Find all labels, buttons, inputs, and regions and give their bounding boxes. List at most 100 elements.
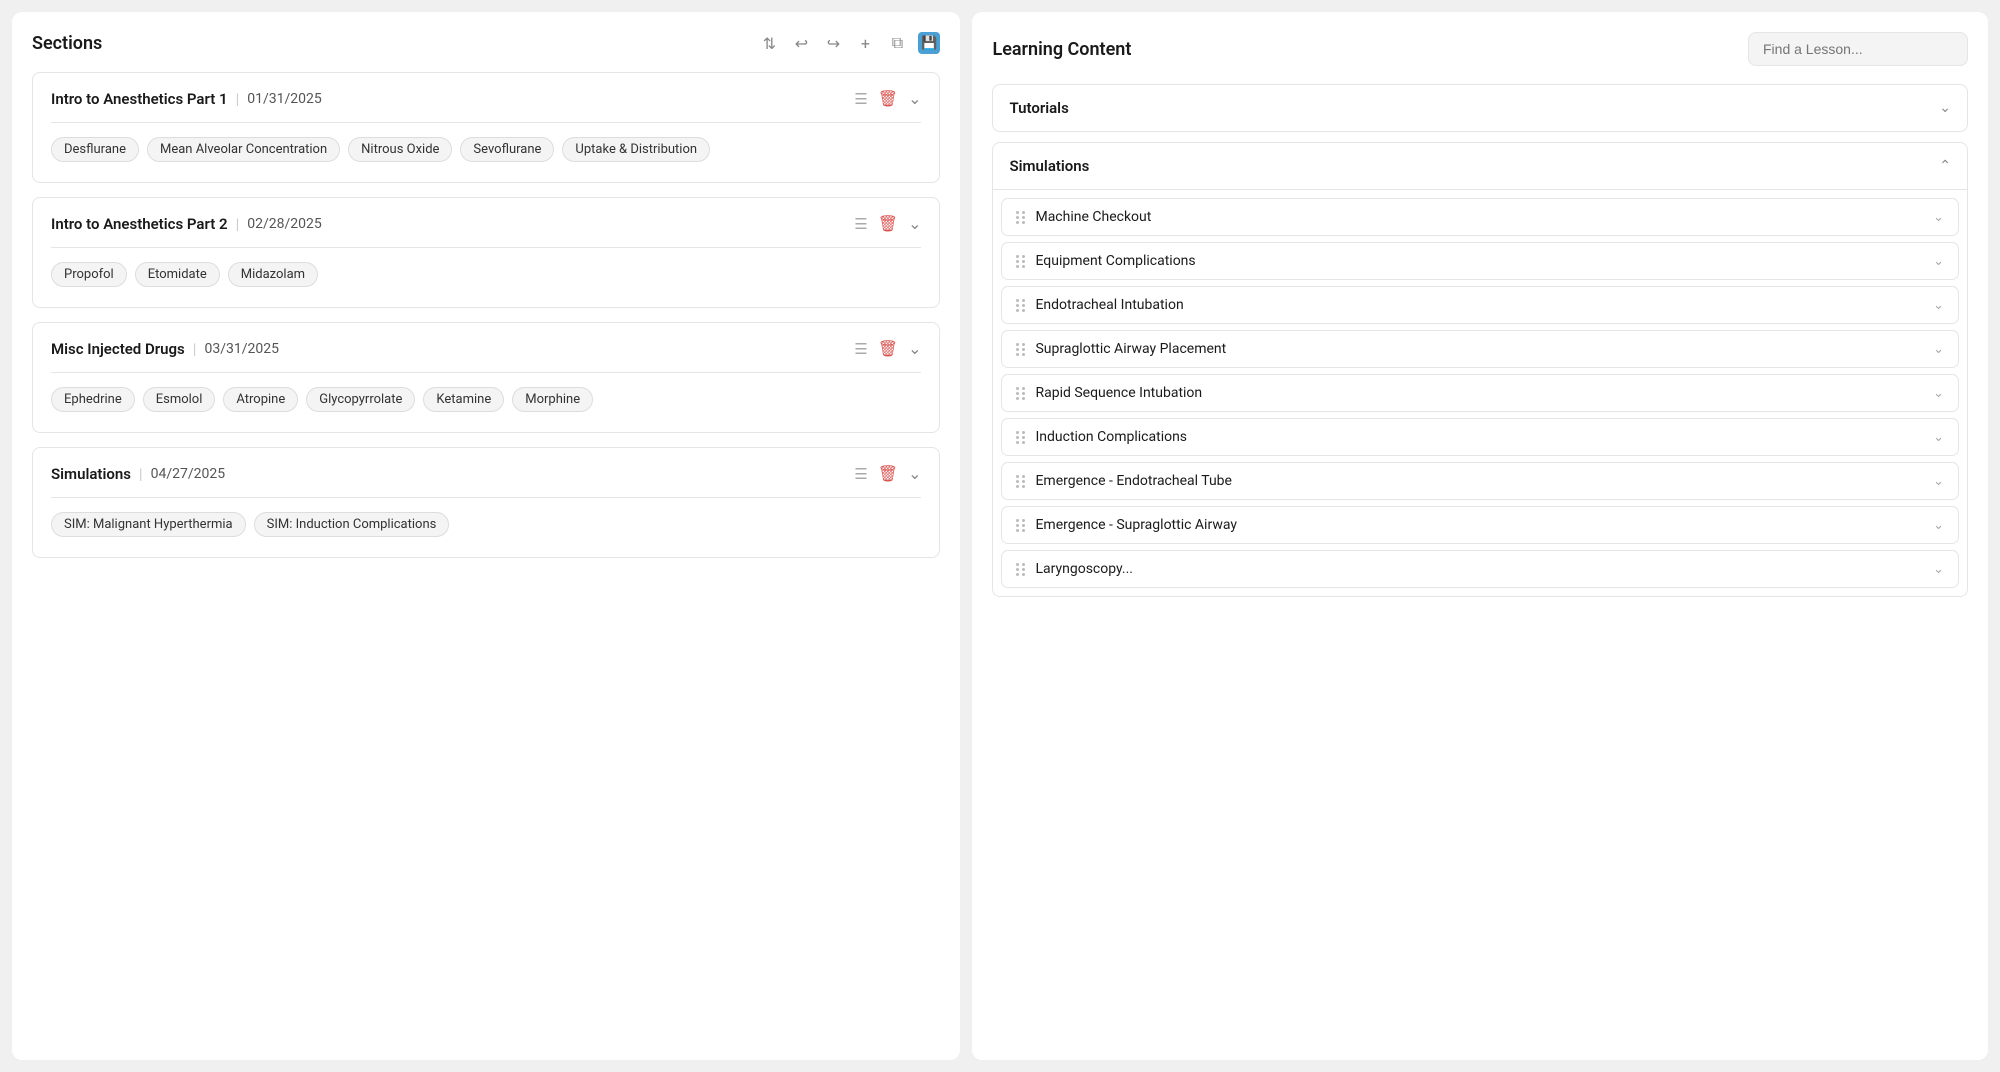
section-header: Intro to Anesthetics Part 2 | 02/28/2025… <box>51 214 921 233</box>
sim-item[interactable]: Emergence - Supraglottic Airway ⌄ <box>1001 506 1959 544</box>
delete-icon[interactable]: 🗑 <box>878 214 898 233</box>
search-input[interactable] <box>1748 32 1968 66</box>
right-panel-header: Learning Content <box>992 32 1968 66</box>
sim-item[interactable]: Laryngoscopy... ⌄ <box>1001 550 1959 588</box>
delete-icon[interactable]: 🗑 <box>878 89 898 108</box>
sim-item[interactable]: Rapid Sequence Intubation ⌄ <box>1001 374 1959 412</box>
simulations-title: Simulations <box>1009 157 1089 175</box>
edit-icon[interactable]: ☰ <box>854 340 867 358</box>
sort-icon[interactable]: ⇅ <box>758 32 780 54</box>
section-chevron[interactable]: ⌄ <box>908 89 921 108</box>
copy-icon[interactable]: ⧉ <box>886 32 908 54</box>
section-separator <box>51 372 921 373</box>
tutorials-title: Tutorials <box>1009 99 1068 117</box>
sections-header: Sections ⇅ ↩ ↪ + ⧉ 💾 <box>32 32 940 54</box>
drag-handle-icon[interactable] <box>1016 431 1025 444</box>
drag-handle-icon[interactable] <box>1016 343 1025 356</box>
sim-item-label: Emergence - Supraglottic Airway <box>1035 517 1237 533</box>
add-icon[interactable]: + <box>854 32 876 54</box>
edit-icon[interactable]: ☰ <box>854 465 867 483</box>
section-header: Intro to Anesthetics Part 1 | 01/31/2025… <box>51 89 921 108</box>
tag: Mean Alveolar Concentration <box>147 137 340 162</box>
section-chevron[interactable]: ⌄ <box>908 339 921 358</box>
tutorials-section: Tutorials ⌄ <box>992 84 1968 132</box>
delete-icon[interactable]: 🗑 <box>878 339 898 358</box>
section-separator <box>51 247 921 248</box>
section-date: 04/27/2025 <box>151 466 226 482</box>
section-separator <box>51 122 921 123</box>
redo-icon[interactable]: ↪ <box>822 32 844 54</box>
tag: SIM: Induction Complications <box>254 512 450 537</box>
tags-container: PropofolEtomidateMidazolam <box>51 262 921 287</box>
edit-icon[interactable]: ☰ <box>854 90 867 108</box>
section-actions: ☰ 🗑 ⌄ <box>854 214 921 233</box>
sim-item-left: Laryngoscopy... <box>1016 561 1133 577</box>
section-title: Intro to Anesthetics Part 2 <box>51 215 228 233</box>
sim-item[interactable]: Induction Complications ⌄ <box>1001 418 1959 456</box>
sim-item-chevron: ⌄ <box>1933 474 1944 489</box>
tag: Atropine <box>223 387 298 412</box>
section-title: Simulations <box>51 465 131 483</box>
simulations-chevron: ⌃ <box>1939 158 1951 174</box>
section-divider: | <box>193 340 197 358</box>
main-container: Sections ⇅ ↩ ↪ + ⧉ 💾 Intro to Anesthetic… <box>0 0 2000 1072</box>
drag-handle-icon[interactable] <box>1016 519 1025 532</box>
section-title-row: Intro to Anesthetics Part 2 | 02/28/2025 <box>51 215 322 233</box>
sim-item-chevron: ⌄ <box>1933 562 1944 577</box>
tutorials-header[interactable]: Tutorials ⌄ <box>993 85 1967 131</box>
delete-icon[interactable]: 🗑 <box>878 464 898 483</box>
sim-item[interactable]: Endotracheal Intubation ⌄ <box>1001 286 1959 324</box>
drag-handle-icon[interactable] <box>1016 211 1025 224</box>
sim-item-label: Emergence - Endotracheal Tube <box>1035 473 1231 489</box>
sections-list: Intro to Anesthetics Part 1 | 01/31/2025… <box>32 72 940 558</box>
sim-item-chevron: ⌄ <box>1933 430 1944 445</box>
tag: Ketamine <box>423 387 504 412</box>
drag-handle-icon[interactable] <box>1016 563 1025 576</box>
undo-icon[interactable]: ↩ <box>790 32 812 54</box>
tutorials-chevron: ⌄ <box>1939 100 1951 116</box>
sim-item-chevron: ⌄ <box>1933 386 1944 401</box>
section-actions: ☰ 🗑 ⌄ <box>854 339 921 358</box>
sim-item-label: Endotracheal Intubation <box>1035 297 1183 313</box>
tag: Glycopyrrolate <box>306 387 415 412</box>
save-icon[interactable]: 💾 <box>918 32 940 54</box>
edit-icon[interactable]: ☰ <box>854 215 867 233</box>
drag-handle-icon[interactable] <box>1016 299 1025 312</box>
simulations-header[interactable]: Simulations ⌃ <box>993 143 1967 190</box>
drag-handle-icon[interactable] <box>1016 255 1025 268</box>
tags-container: SIM: Malignant HyperthermiaSIM: Inductio… <box>51 512 921 537</box>
tag: Sevoflurane <box>460 137 554 162</box>
sim-item[interactable]: Machine Checkout ⌄ <box>1001 198 1959 236</box>
tag: Esmolol <box>143 387 216 412</box>
sim-item-left: Endotracheal Intubation <box>1016 297 1183 313</box>
sim-item-label: Laryngoscopy... <box>1035 561 1133 577</box>
sim-item-left: Emergence - Supraglottic Airway <box>1016 517 1237 533</box>
section-chevron[interactable]: ⌄ <box>908 464 921 483</box>
tags-container: DesfluraneMean Alveolar ConcentrationNit… <box>51 137 921 162</box>
sim-item-label: Equipment Complications <box>1035 253 1195 269</box>
section-date: 02/28/2025 <box>247 216 322 232</box>
tag: Uptake & Distribution <box>562 137 710 162</box>
drag-handle-icon[interactable] <box>1016 475 1025 488</box>
tag: Nitrous Oxide <box>348 137 452 162</box>
section-separator <box>51 497 921 498</box>
tag: Ephedrine <box>51 387 135 412</box>
simulations-outer: Simulations ⌃ Machine Checkout ⌄ <box>992 142 1968 597</box>
sim-item-chevron: ⌄ <box>1933 342 1944 357</box>
section-title-row: Simulations | 04/27/2025 <box>51 465 225 483</box>
section-header: Simulations | 04/27/2025 ☰ 🗑 ⌄ <box>51 464 921 483</box>
section-divider: | <box>236 90 240 108</box>
section-chevron[interactable]: ⌄ <box>908 214 921 233</box>
tag: Morphine <box>512 387 593 412</box>
sim-item-chevron: ⌄ <box>1933 298 1944 313</box>
drag-handle-icon[interactable] <box>1016 387 1025 400</box>
tags-container: Ephedrine Esmolol Atropine Glycopyrrolate Ke… <box>51 387 921 412</box>
sim-item[interactable]: Supraglottic Airway Placement ⌄ <box>1001 330 1959 368</box>
sim-item[interactable]: Emergence - Endotracheal Tube ⌄ <box>1001 462 1959 500</box>
tag: Propofol <box>51 262 127 287</box>
section-card: Misc Injected Drugs | 03/31/2025 ☰ 🗑 ⌄ E… <box>32 322 940 433</box>
sim-item-left: Equipment Complications <box>1016 253 1195 269</box>
sim-item[interactable]: Equipment Complications ⌄ <box>1001 242 1959 280</box>
section-title: Intro to Anesthetics Part 1 <box>51 90 228 108</box>
sections-title: Sections <box>32 33 102 54</box>
